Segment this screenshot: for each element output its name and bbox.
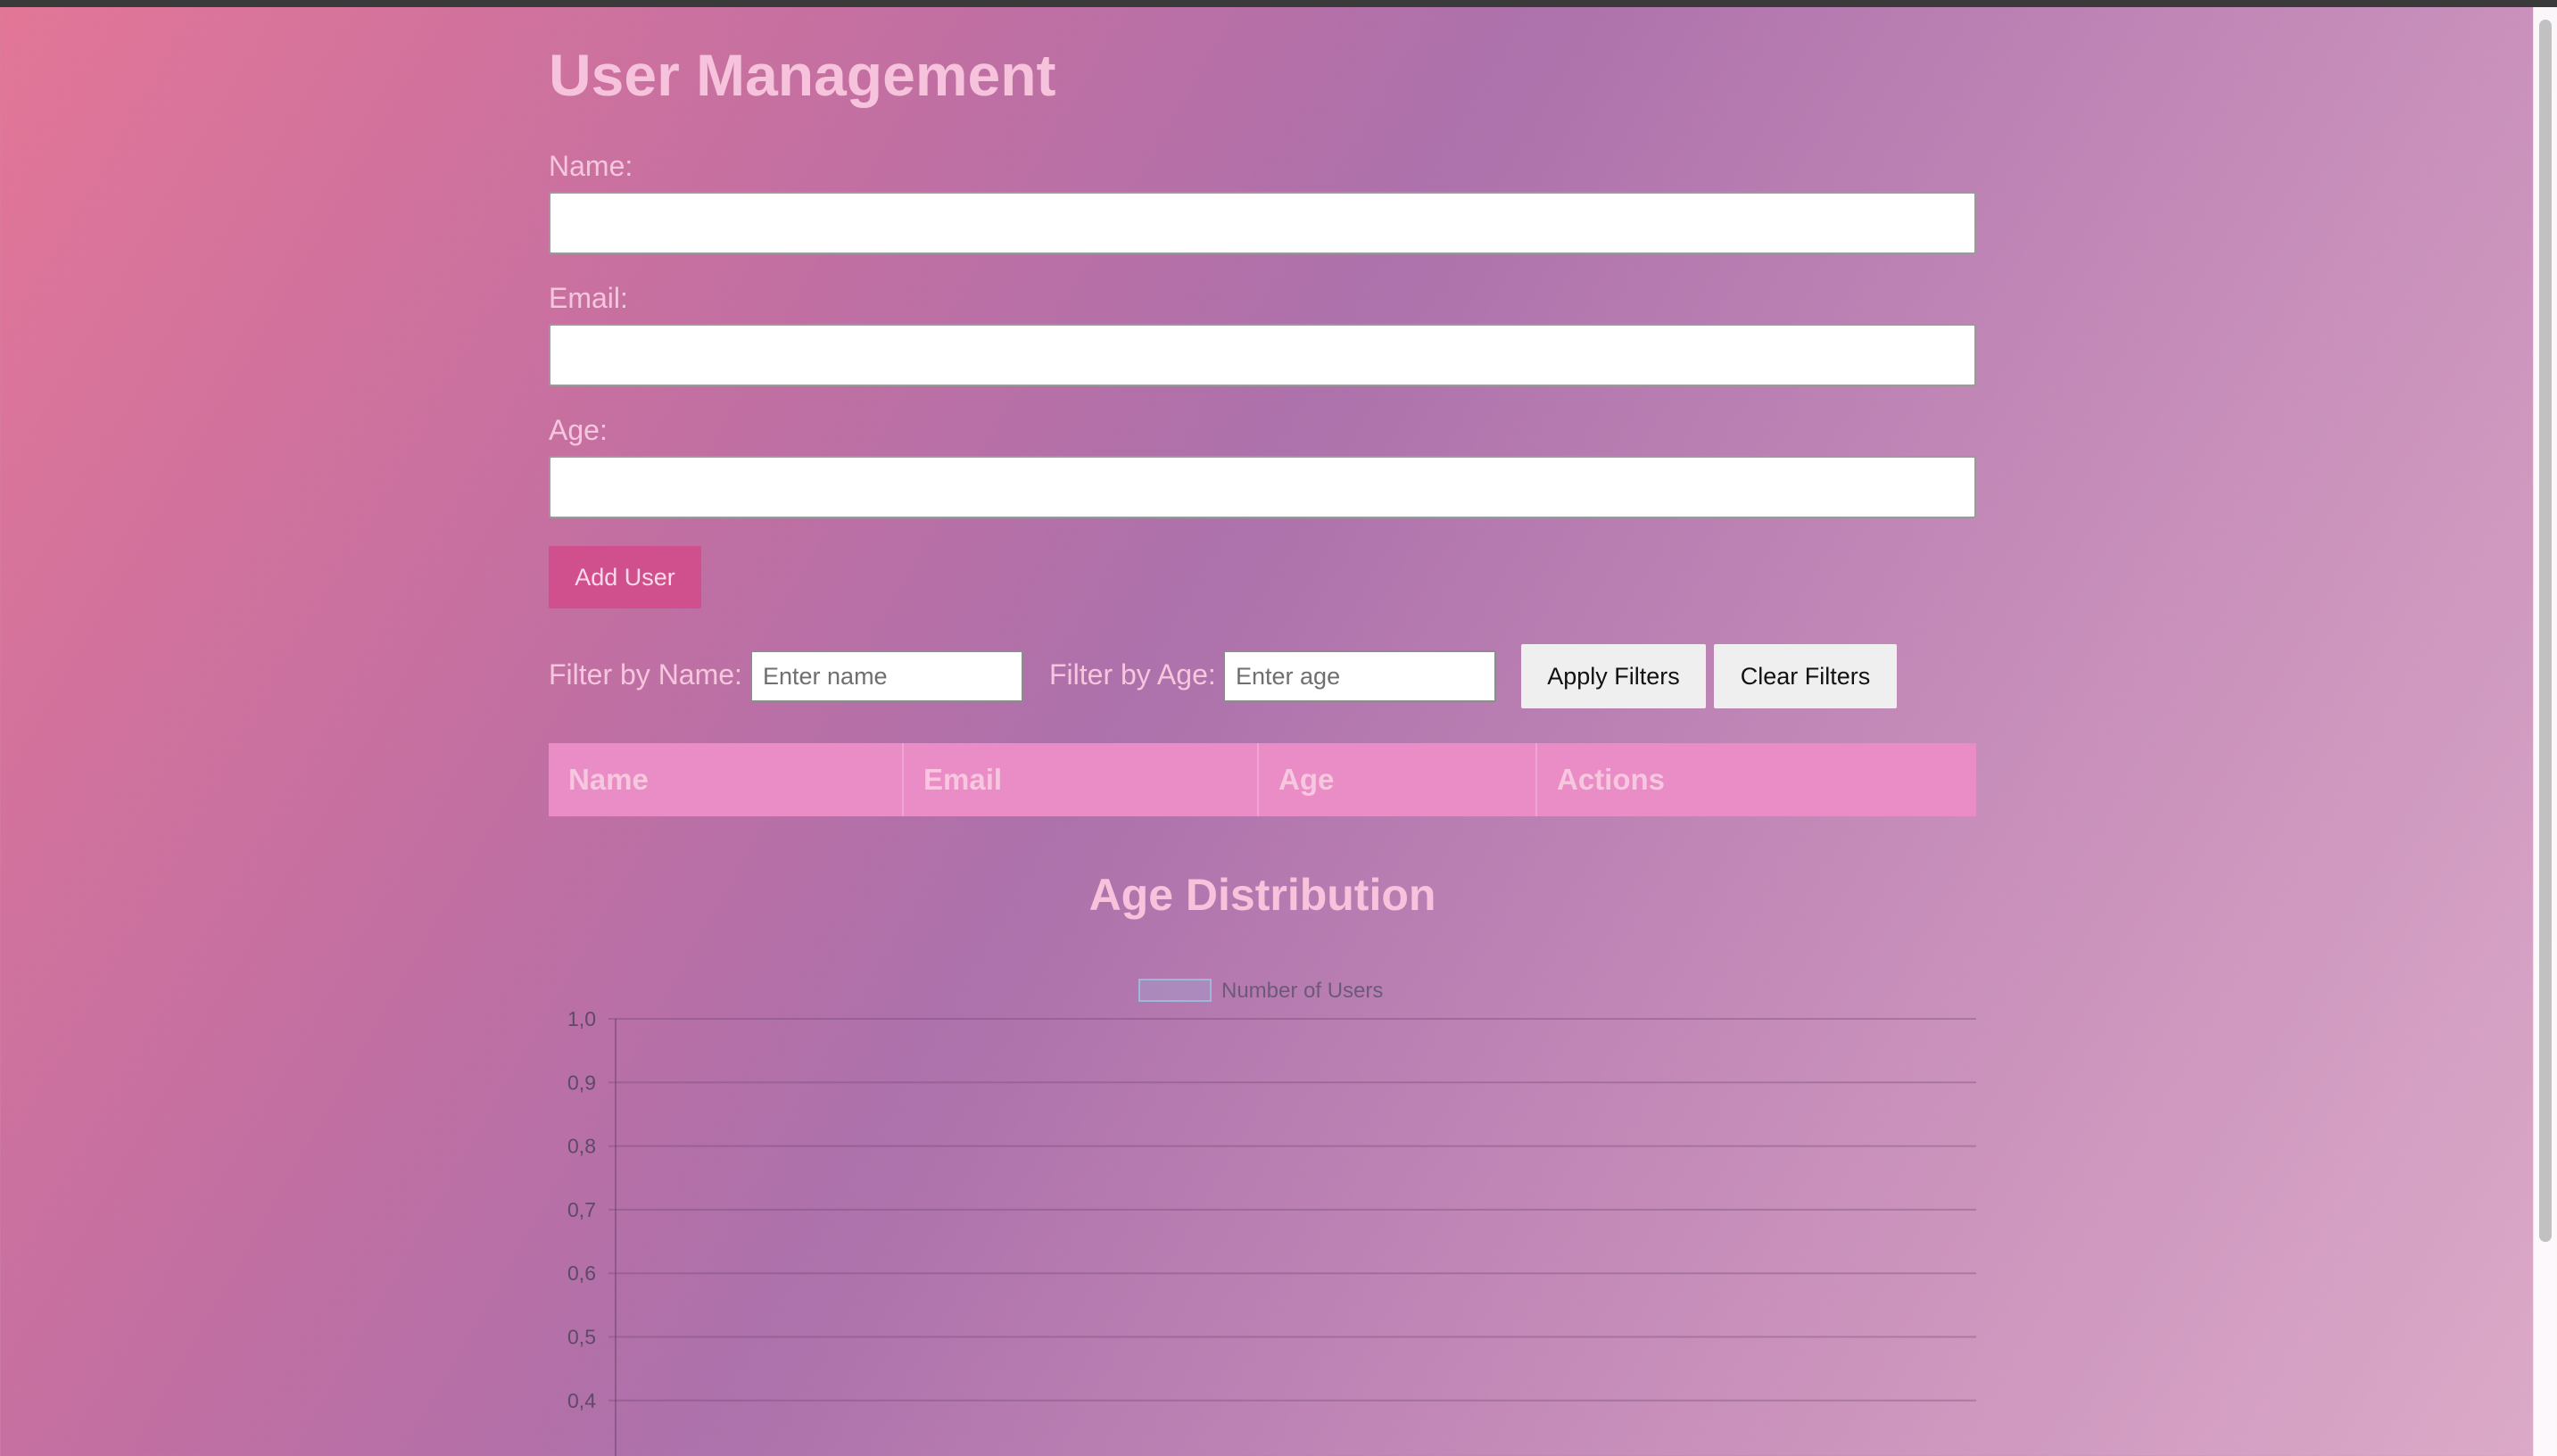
y-tick-label: 0,8 [567,1135,596,1158]
chart-title: Age Distribution [1088,870,1436,920]
add-user-button[interactable]: Add User [549,546,701,608]
legend-label[interactable]: Number of Users [1221,979,1383,1003]
name-label: Name: [549,150,633,182]
filter-age-input[interactable] [1223,650,1496,702]
y-tick-label: 1,0 [567,1007,596,1030]
email-label: Email: [549,282,628,314]
window-top-bar [0,0,2557,7]
age-distribution-chart: Number of Users 1,0 0,9 0,8 0,7 0,6 0,5 0,4 0,3 [567,979,1976,1456]
apply-filters-button[interactable]: Apply Filters [1521,644,1706,708]
age-input[interactable] [549,456,1976,518]
y-tick-label: 0,6 [567,1262,596,1285]
column-header-email: Email [904,743,1259,816]
clear-filters-button[interactable]: Clear Filters [1714,644,1897,708]
chart-y-ticks: 1,0 0,9 0,8 0,7 0,6 0,5 0,4 0,3 [567,1007,596,1456]
filter-age-label: Filter by Age: [1049,658,1216,691]
scrollbar-thumb[interactable] [2539,20,2552,1242]
page-title: User Management [549,42,1056,108]
chart-grid [608,1018,1976,1456]
user-table-header: Name Email Age Actions [549,743,1976,816]
email-input[interactable] [549,324,1976,386]
legend-swatch[interactable] [1138,979,1212,1002]
y-tick-label: 0,3 [567,1452,596,1456]
y-tick-label: 0,5 [567,1326,596,1349]
filter-name-label: Filter by Name: [549,658,742,691]
y-tick-label: 0,4 [567,1389,596,1412]
filter-name-input[interactable] [750,650,1023,702]
vertical-scrollbar[interactable] [2533,7,2557,1456]
column-header-name: Name [549,743,904,816]
chart-legend: Number of Users [1138,979,1383,1003]
y-tick-label: 0,9 [567,1071,596,1094]
age-label: Age: [549,414,608,446]
column-header-actions: Actions [1557,763,1666,796]
y-tick-label: 0,7 [567,1198,596,1221]
name-input[interactable] [549,192,1976,254]
column-header-age: Age [1259,743,1537,816]
